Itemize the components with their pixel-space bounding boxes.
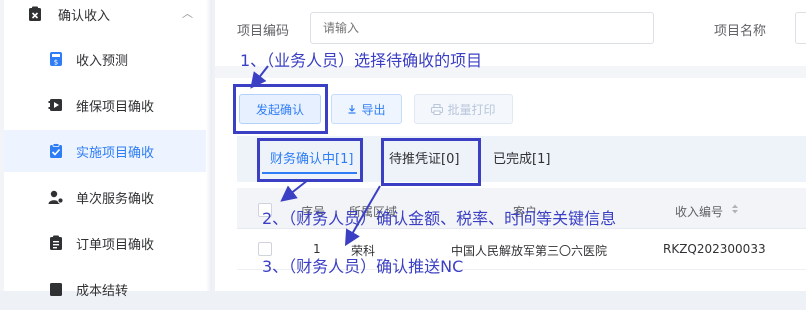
arrow-from-finance-tab	[280, 179, 309, 202]
arrow-to-initiate	[250, 65, 269, 89]
annotation-arrows	[250, 65, 381, 247]
arrow-from-pending-tab	[344, 185, 381, 247]
